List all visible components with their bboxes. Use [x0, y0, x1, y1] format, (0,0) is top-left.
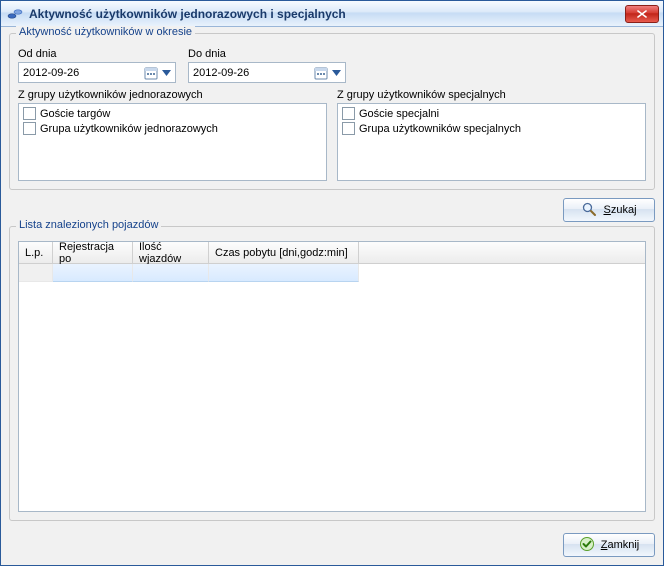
- grid-header: L.p. Rejestracja po Ilość wjazdów Czas p…: [19, 242, 645, 264]
- checkbox-icon[interactable]: [342, 107, 355, 120]
- special-listbox[interactable]: Goście specjalni Grupa użytkowników spec…: [337, 103, 646, 181]
- search-button[interactable]: Szukaj: [563, 198, 655, 222]
- results-grid[interactable]: L.p. Rejestracja po Ilość wjazdów Czas p…: [18, 241, 646, 512]
- date-from-field[interactable]: 2012-09-26: [18, 62, 176, 83]
- date-from-value: 2012-09-26: [23, 67, 143, 79]
- date-row: Od dnia 2012-09-26: [18, 48, 646, 83]
- column-rejestracja[interactable]: Rejestracja po: [53, 242, 133, 263]
- date-to-value: 2012-09-26: [193, 67, 313, 79]
- to-label: Do dnia: [188, 48, 346, 60]
- grid-body: [19, 264, 645, 511]
- column-czas[interactable]: Czas pobytu [dni,godz:min]: [209, 242, 359, 263]
- close-window-button[interactable]: [625, 5, 659, 23]
- calendar-icon[interactable]: [143, 65, 159, 81]
- period-legend: Aktywność użytkowników w okresie: [16, 26, 195, 38]
- column-lp[interactable]: L.p.: [19, 242, 53, 263]
- titlebar: Aktywność użytkowników jednorazowych i s…: [1, 1, 663, 27]
- window-title: Aktywność użytkowników jednorazowych i s…: [29, 7, 625, 21]
- calendar-icon[interactable]: [313, 65, 329, 81]
- special-group-col: Z grupy użytkowników specjalnych Goście …: [337, 89, 646, 181]
- cell-lp: [19, 264, 53, 282]
- content-area: Aktywność użytkowników w okresie Od dnia…: [1, 27, 663, 565]
- period-fieldset: Aktywność użytkowników w okresie Od dnia…: [9, 33, 655, 190]
- cell-rejestracja: [53, 264, 133, 282]
- app-icon: [7, 6, 23, 22]
- groups-row: Z grupy użytkowników jednorazowych Gości…: [18, 89, 646, 181]
- magnifier-icon: [581, 201, 597, 220]
- onetime-group-label: Z grupy użytkowników jednorazowych: [18, 89, 327, 101]
- search-button-label: Szukaj: [603, 204, 636, 216]
- special-group-label: Z grupy użytkowników specjalnych: [337, 89, 646, 101]
- checkbox-icon[interactable]: [23, 107, 36, 120]
- column-ilosc[interactable]: Ilość wjazdów: [133, 242, 209, 263]
- check-icon: [579, 536, 595, 555]
- special-item-0-label: Goście specjalni: [359, 108, 439, 120]
- results-fieldset: Lista znalezionych pojazdów L.p. Rejestr…: [9, 226, 655, 521]
- table-row[interactable]: [19, 264, 645, 282]
- cell-czas: [209, 264, 359, 282]
- onetime-item-0[interactable]: Goście targów: [23, 106, 322, 121]
- checkbox-icon[interactable]: [342, 122, 355, 135]
- date-to-field[interactable]: 2012-09-26: [188, 62, 346, 83]
- dialog-window: Aktywność użytkowników jednorazowych i s…: [0, 0, 664, 566]
- special-item-1[interactable]: Grupa użytkowników specjalnych: [342, 121, 641, 136]
- close-button[interactable]: Zamknij: [563, 533, 655, 557]
- onetime-listbox[interactable]: Goście targów Grupa użytkowników jednora…: [18, 103, 327, 181]
- dropdown-icon[interactable]: [330, 63, 343, 82]
- bottom-button-row: Zamknij: [9, 527, 655, 557]
- checkbox-icon[interactable]: [23, 122, 36, 135]
- date-to-col: Do dnia 2012-09-26: [188, 48, 346, 83]
- results-legend: Lista znalezionych pojazdów: [16, 219, 161, 231]
- onetime-item-1-label: Grupa użytkowników jednorazowych: [40, 123, 218, 135]
- special-item-1-label: Grupa użytkowników specjalnych: [359, 123, 521, 135]
- onetime-item-1[interactable]: Grupa użytkowników jednorazowych: [23, 121, 322, 136]
- special-item-0[interactable]: Goście specjalni: [342, 106, 641, 121]
- date-from-col: Od dnia 2012-09-26: [18, 48, 176, 83]
- cell-ilosc: [133, 264, 209, 282]
- onetime-item-0-label: Goście targów: [40, 108, 110, 120]
- onetime-group-col: Z grupy użytkowników jednorazowych Gości…: [18, 89, 327, 181]
- from-label: Od dnia: [18, 48, 176, 60]
- close-button-label: Zamknij: [601, 539, 640, 551]
- dropdown-icon[interactable]: [160, 63, 173, 82]
